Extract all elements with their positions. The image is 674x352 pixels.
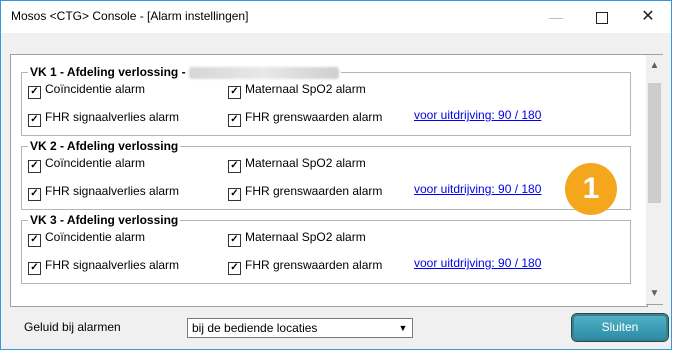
close-button[interactable]: Sluiten [572, 314, 668, 341]
check-icon: ✓ [228, 160, 241, 173]
fhr-signaalverlies-checkbox[interactable]: ✓ FHR signaalverlies alarm [28, 184, 179, 201]
coincidentie-checkbox[interactable]: ✓ Coïncidentie alarm [28, 82, 145, 99]
group-vk1: VK 1 - Afdeling verlossing - ✓ Coïncident… [21, 65, 631, 136]
fhr-limits-link[interactable]: voor uitdrijving: 90 / 180 [414, 256, 541, 270]
group-vk3: VK 3 - Afdeling verlossing ✓ Coïncidentie… [21, 213, 631, 284]
redacted-name [188, 66, 339, 79]
minimize-button[interactable]: — [533, 1, 579, 33]
scroll-up-icon[interactable]: ▲ [646, 57, 663, 74]
sound-select[interactable]: bij de bediende locaties ▼ [187, 318, 413, 338]
group-vk2: VK 2 - Afdeling verlossing ✓ Coïncidentie… [21, 139, 631, 210]
fhr-grenswaarden-checkbox[interactable]: ✓ FHR grenswaarden alarm [228, 258, 382, 275]
fhr-limits-link[interactable]: voor uitdrijving: 90 / 180 [414, 108, 541, 122]
check-icon: ✓ [228, 86, 241, 99]
chevron-down-icon: ▼ [398, 323, 408, 333]
fhr-signaalverlies-checkbox[interactable]: ✓ FHR signaalverlies alarm [28, 110, 179, 127]
check-icon: ✓ [28, 86, 41, 99]
group-title: VK 1 - Afdeling verlossing - [28, 65, 341, 79]
coincidentie-checkbox[interactable]: ✓ Coïncidentie alarm [28, 156, 145, 173]
check-icon: ✓ [228, 188, 241, 201]
close-window-button[interactable]: ✕ [625, 1, 671, 33]
check-icon: ✓ [28, 234, 41, 247]
check-icon: ✓ [228, 262, 241, 275]
maximize-button[interactable] [579, 1, 625, 33]
vertical-scrollbar[interactable]: ▲ ▼ [646, 54, 663, 305]
coincidentie-checkbox[interactable]: ✓ Coïncidentie alarm [28, 230, 145, 247]
check-icon: ✓ [228, 234, 241, 247]
maternaal-spo2-checkbox[interactable]: ✓ Maternaal SpO2 alarm [228, 230, 366, 247]
fhr-grenswaarden-checkbox[interactable]: ✓ FHR grenswaarden alarm [228, 110, 382, 127]
check-icon: ✓ [28, 188, 41, 201]
check-icon: ✓ [28, 262, 41, 275]
maternaal-spo2-checkbox[interactable]: ✓ Maternaal SpO2 alarm [228, 156, 366, 173]
scroll-down-icon[interactable]: ▼ [646, 285, 663, 302]
annotation-badge: 1 [565, 163, 617, 215]
maternaal-spo2-checkbox[interactable]: ✓ Maternaal SpO2 alarm [228, 82, 366, 99]
group-title: VK 3 - Afdeling verlossing [28, 213, 181, 227]
sound-select-value: bij de bediende locaties [192, 321, 318, 335]
check-icon: ✓ [228, 114, 241, 127]
title-bar: Mosos <CTG> Console - [Alarm instellinge… [1, 1, 671, 33]
fhr-limits-link[interactable]: voor uitdrijving: 90 / 180 [414, 182, 541, 196]
fhr-signaalverlies-checkbox[interactable]: ✓ FHR signaalverlies alarm [28, 258, 179, 275]
check-icon: ✓ [28, 114, 41, 127]
group-title: VK 2 - Afdeling verlossing [28, 139, 181, 153]
window-title: Mosos <CTG> Console - [Alarm instellinge… [11, 9, 249, 23]
alarm-groups-panel: VK 1 - Afdeling verlossing - ✓ Coïncident… [10, 54, 648, 307]
sound-label: Geluid bij alarmen [24, 320, 121, 334]
scroll-thumb[interactable] [648, 83, 661, 203]
fhr-grenswaarden-checkbox[interactable]: ✓ FHR grenswaarden alarm [228, 184, 382, 201]
maximize-icon [596, 12, 608, 25]
check-icon: ✓ [28, 160, 41, 173]
